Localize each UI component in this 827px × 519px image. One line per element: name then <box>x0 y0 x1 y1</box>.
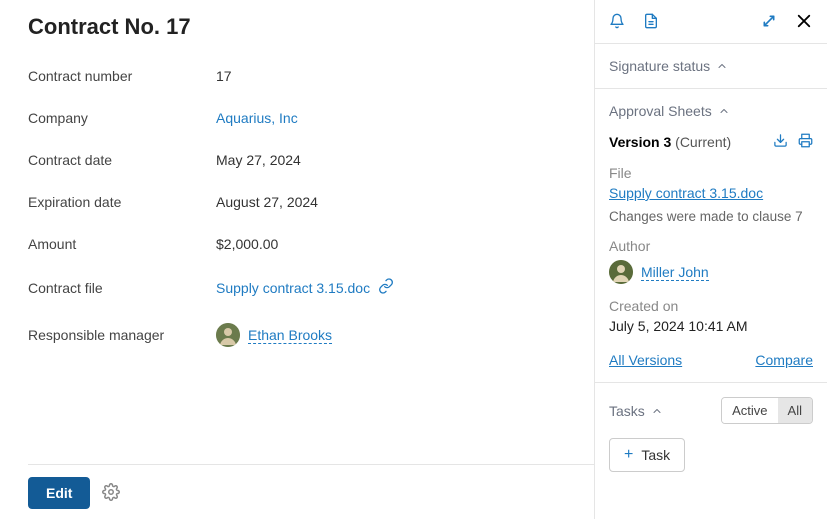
version-current: (Current) <box>675 134 731 150</box>
expand-button[interactable] <box>761 13 777 32</box>
row-company: Company Aquarius, Inc <box>28 110 594 126</box>
file-label: File <box>609 165 813 181</box>
compare-link[interactable]: Compare <box>755 352 813 368</box>
label-contract-file: Contract file <box>28 280 216 296</box>
chevron-up-icon <box>716 60 728 72</box>
approval-sheets-section: Approval Sheets Version 3 (Current) <box>595 88 827 382</box>
tasks-title: Tasks <box>609 403 645 419</box>
label-expiration-date: Expiration date <box>28 194 216 210</box>
author-label: Author <box>609 238 813 254</box>
row-contract-date: Contract date May 27, 2024 <box>28 152 594 168</box>
signature-status-section: Signature status <box>595 43 827 88</box>
close-icon <box>795 12 813 33</box>
version-line: Version 3 (Current) <box>609 133 813 151</box>
chevron-up-icon <box>718 105 730 117</box>
label-contract-number: Contract number <box>28 68 216 84</box>
change-note: Changes were made to clause 7 <box>609 209 813 224</box>
tasks-filter-all[interactable]: All <box>778 398 812 423</box>
value-contract-file-link[interactable]: Supply contract 3.15.doc <box>216 280 370 296</box>
document-button[interactable] <box>643 13 659 32</box>
value-contract-number: 17 <box>216 68 232 84</box>
approval-sheets-title: Approval Sheets <box>609 103 712 119</box>
signature-status-title: Signature status <box>609 58 710 74</box>
approval-sheets-toggle[interactable]: Approval Sheets <box>609 103 813 119</box>
avatar <box>216 323 240 347</box>
download-icon <box>773 133 788 151</box>
value-company-link[interactable]: Aquarius, Inc <box>216 110 298 126</box>
tasks-section: Tasks Active All + Task <box>595 382 827 486</box>
value-contract-date: May 27, 2024 <box>216 152 301 168</box>
row-expiration-date: Expiration date August 27, 2024 <box>28 194 594 210</box>
settings-button[interactable] <box>102 483 120 504</box>
label-company: Company <box>28 110 216 126</box>
row-contract-file: Contract file Supply contract 3.15.doc <box>28 278 594 297</box>
avatar <box>609 260 633 284</box>
responsible-manager-link[interactable]: Ethan Brooks <box>248 327 332 344</box>
created-on-value: July 5, 2024 10:41 AM <box>609 318 813 334</box>
close-button[interactable] <box>795 12 813 33</box>
page-title: Contract No. 17 <box>28 14 594 40</box>
bell-icon <box>609 13 625 32</box>
row-contract-number: Contract number 17 <box>28 68 594 84</box>
expand-icon <box>761 13 777 32</box>
row-amount: Amount $2,000.00 <box>28 236 594 252</box>
version-number: Version 3 <box>609 134 671 150</box>
value-expiration-date: August 27, 2024 <box>216 194 318 210</box>
download-button[interactable] <box>773 133 788 151</box>
gear-icon <box>102 483 120 504</box>
tasks-filter-active[interactable]: Active <box>722 398 777 423</box>
value-amount: $2,000.00 <box>216 236 278 252</box>
print-button[interactable] <box>798 133 813 151</box>
add-task-button[interactable]: + Task <box>609 438 685 472</box>
label-amount: Amount <box>28 236 216 252</box>
add-task-label: Task <box>641 447 670 463</box>
approval-file-link[interactable]: Supply contract 3.15.doc <box>609 185 763 201</box>
tasks-filter-toggle: Active All <box>721 397 813 424</box>
row-responsible-manager: Responsible manager Ethan Brooks <box>28 323 594 347</box>
print-icon <box>798 133 813 151</box>
label-contract-date: Contract date <box>28 152 216 168</box>
bell-button[interactable] <box>609 13 625 32</box>
side-panel: Signature status Approval Sheets Version… <box>595 0 827 519</box>
created-on-label: Created on <box>609 298 813 314</box>
details-list: Contract number 17 Company Aquarius, Inc… <box>28 68 594 464</box>
version-text: Version 3 (Current) <box>609 134 731 150</box>
link-icon[interactable] <box>378 278 394 297</box>
side-toolbar <box>595 12 827 43</box>
author-row: Miller John <box>609 260 813 284</box>
tasks-toggle[interactable]: Tasks <box>609 403 663 419</box>
all-versions-link[interactable]: All Versions <box>609 352 682 368</box>
label-responsible-manager: Responsible manager <box>28 327 216 343</box>
author-link[interactable]: Miller John <box>641 264 709 281</box>
edit-button[interactable]: Edit <box>28 477 90 509</box>
plus-icon: + <box>624 446 633 464</box>
signature-status-toggle[interactable]: Signature status <box>609 58 813 74</box>
document-icon <box>643 13 659 32</box>
footer-bar: Edit <box>28 464 594 519</box>
chevron-up-icon <box>651 405 663 417</box>
